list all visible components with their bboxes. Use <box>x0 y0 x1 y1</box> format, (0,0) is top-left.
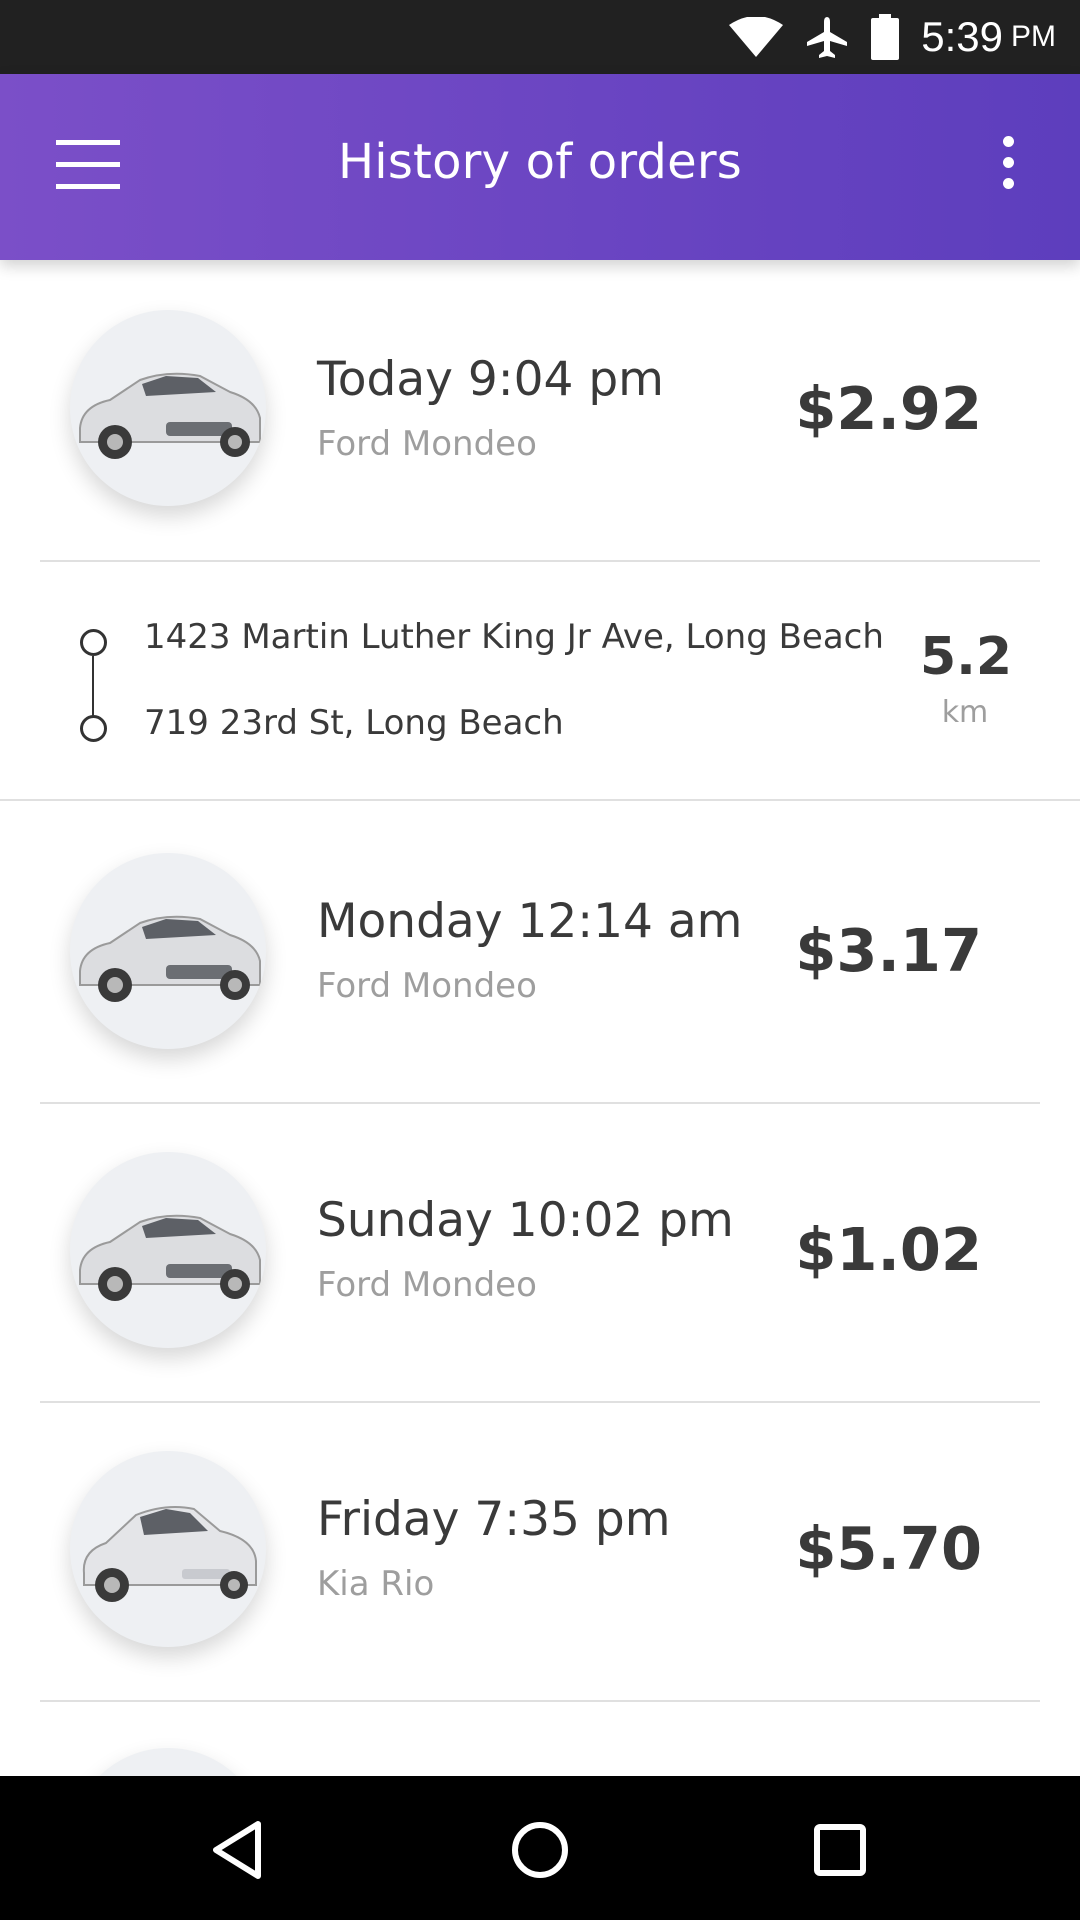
order-price: $5.70 <box>795 1514 982 1583</box>
order-price: $3.17 <box>795 916 982 985</box>
order-car-model: Ford Mondeo <box>317 966 537 1006</box>
clock-time: 5:39 <box>921 13 1003 60</box>
clock-ampm: PM <box>1011 20 1056 53</box>
car-thumbnail <box>70 310 266 506</box>
car-thumbnail <box>70 1748 266 1776</box>
order-item[interactable]: Sunday 10:02 pm Ford Mondeo $1.02 <box>0 1104 1080 1402</box>
route-start-dot-icon <box>80 629 107 656</box>
order-route-details: 1423 Martin Luther King Jr Ave, Long Bea… <box>0 561 1080 799</box>
route-distance: 5.2 <box>920 627 1013 687</box>
page-title: History of orders <box>338 134 742 190</box>
car-thumbnail <box>70 1152 266 1348</box>
order-time: Today 9:04 pm <box>317 352 664 407</box>
order-item[interactable]: Today 9:04 pm Ford Mondeo $2.92 <box>0 260 1080 558</box>
route-line <box>92 656 94 719</box>
car-thumbnail <box>70 1451 266 1647</box>
order-car-model: Ford Mondeo <box>317 1265 537 1305</box>
airplane-icon <box>805 15 849 59</box>
system-nav-bar <box>0 1776 1080 1920</box>
recents-icon[interactable] <box>808 1818 872 1882</box>
divider <box>40 1700 1040 1702</box>
orders-list[interactable]: Today 9:04 pm Ford Mondeo $2.92 1423 Mar… <box>0 260 1080 1776</box>
battery-icon <box>871 14 900 60</box>
order-time: Sunday 10:02 pm <box>317 1193 734 1248</box>
route-to-address: 719 23rd St, Long Beach <box>144 703 564 743</box>
order-time: Monday 12:14 am <box>317 894 743 949</box>
route-from-address: 1423 Martin Luther King Jr Ave, Long Bea… <box>144 617 884 657</box>
wifi-icon <box>729 15 784 59</box>
route-distance-unit: km <box>941 695 989 730</box>
more-vertical-icon[interactable] <box>996 136 1020 200</box>
order-price: $2.92 <box>795 374 982 443</box>
route-end-dot-icon <box>80 715 107 742</box>
order-item[interactable]: Monday 12:14 am Ford Mondeo $3.17 <box>0 801 1080 1099</box>
order-price: $1.02 <box>795 1215 982 1284</box>
order-car-model: Ford Mondeo <box>317 424 537 464</box>
order-car-model: Kia Rio <box>317 1564 435 1604</box>
status-bar: 5:39 PM <box>0 0 1080 74</box>
back-icon[interactable] <box>208 1818 272 1882</box>
car-thumbnail <box>70 853 266 1049</box>
order-time: Friday 7:35 pm <box>317 1492 671 1547</box>
order-item[interactable]: Friday 7:35 pm Kia Rio $5.70 <box>0 1403 1080 1701</box>
home-icon[interactable] <box>508 1818 572 1882</box>
app-bar: History of orders <box>0 74 1080 260</box>
